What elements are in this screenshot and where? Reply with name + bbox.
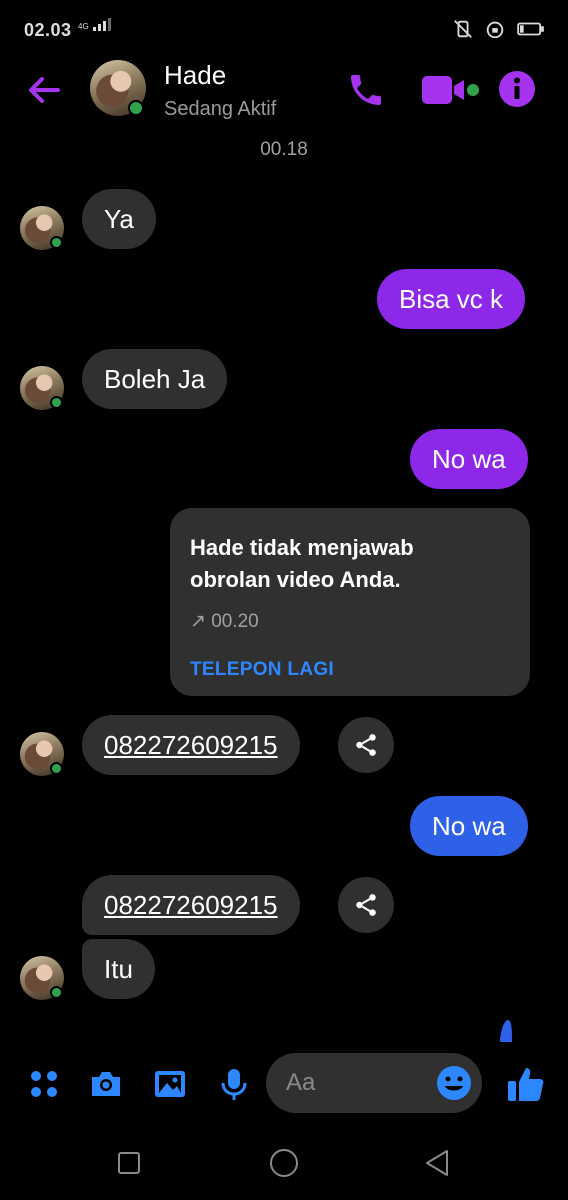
online-indicator bbox=[50, 236, 63, 249]
back-arrow-icon[interactable] bbox=[24, 70, 64, 110]
status-bar: 02.03 4G bbox=[0, 0, 568, 60]
back-nav-icon[interactable] bbox=[424, 1149, 450, 1177]
online-indicator bbox=[128, 100, 144, 116]
message-input-placeholder: Aa bbox=[286, 1069, 316, 1096]
video-camera-icon[interactable] bbox=[422, 72, 480, 108]
online-indicator bbox=[50, 762, 63, 775]
message-bubble-outgoing[interactable]: Bisa vc k bbox=[377, 269, 526, 329]
message-composer: Aa bbox=[0, 1050, 568, 1116]
message-bubble-incoming[interactable]: Itu bbox=[82, 939, 155, 999]
online-indicator bbox=[50, 986, 63, 999]
info-icon[interactable] bbox=[498, 70, 536, 108]
status-time: 02.03 bbox=[24, 20, 72, 40]
contact-name[interactable]: Hade bbox=[164, 60, 226, 91]
phone-number-link[interactable]: 082272609215 bbox=[82, 875, 300, 935]
alarm-icon bbox=[486, 21, 504, 39]
four-dots-icon[interactable] bbox=[26, 1066, 62, 1102]
typing-indicator-icon bbox=[500, 1020, 512, 1042]
microphone-icon[interactable] bbox=[216, 1066, 252, 1102]
missed-video-call-card: Hade tidak menjawab obrolan video Anda. … bbox=[170, 508, 530, 696]
message-input[interactable]: Aa bbox=[266, 1053, 482, 1113]
message-bubble-incoming[interactable]: Boleh Ja bbox=[82, 349, 228, 409]
network-type: 4G bbox=[78, 22, 89, 31]
message-bubble-incoming[interactable]: Ya bbox=[82, 189, 156, 249]
system-nav-bar bbox=[0, 1130, 568, 1200]
call-again-button[interactable]: TELEPON LAGI bbox=[190, 659, 510, 681]
thumbs-up-icon[interactable] bbox=[506, 1064, 546, 1104]
battery-icon bbox=[517, 22, 544, 36]
recents-icon[interactable] bbox=[118, 1152, 140, 1174]
vibrate-icon bbox=[454, 20, 472, 38]
share-button[interactable] bbox=[338, 877, 394, 933]
message-bubble-outgoing[interactable]: No wa bbox=[410, 429, 528, 489]
online-indicator bbox=[50, 396, 63, 409]
home-icon[interactable] bbox=[269, 1148, 299, 1178]
message-bubble-outgoing[interactable]: No wa bbox=[410, 796, 528, 856]
emoji-icon[interactable] bbox=[436, 1065, 472, 1101]
signal-icon: 4G bbox=[78, 18, 111, 31]
contact-status: Sedang Aktif bbox=[164, 98, 277, 120]
image-icon[interactable] bbox=[152, 1066, 188, 1102]
chat-timestamp: 00.18 bbox=[260, 139, 308, 160]
share-icon bbox=[356, 894, 376, 916]
phone-icon[interactable] bbox=[346, 70, 386, 110]
call-card-time: ↗ 00.20 bbox=[190, 611, 259, 632]
share-icon bbox=[356, 734, 376, 756]
camera-icon[interactable] bbox=[88, 1066, 124, 1102]
call-card-title: Hade tidak menjawab obrolan video Anda. bbox=[190, 535, 414, 592]
phone-number-link[interactable]: 082272609215 bbox=[82, 715, 300, 775]
share-button[interactable] bbox=[338, 717, 394, 773]
chat-header: Hade Sedang Aktif bbox=[0, 60, 568, 130]
